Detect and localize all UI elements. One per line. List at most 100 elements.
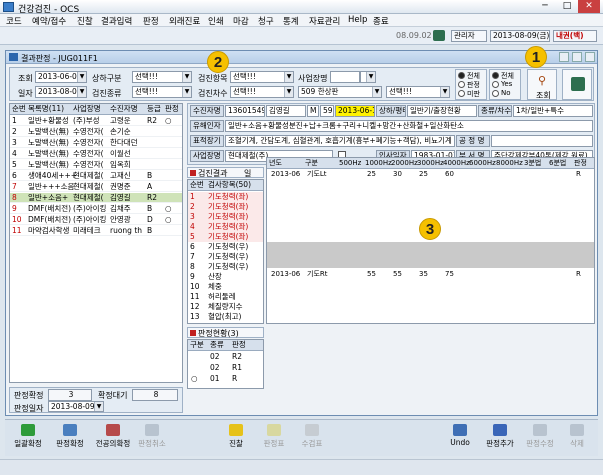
list-item[interactable]: 1 기도청력(좌) — [188, 192, 263, 202]
trash-icon — [570, 424, 584, 436]
menu-outpatient[interactable]: 외래진료 — [169, 15, 200, 27]
check-count-label: 검진차수 — [198, 89, 228, 98]
chevron-down-icon: ▼ — [366, 72, 375, 82]
menu-billing[interactable]: 청구 — [258, 15, 274, 27]
table-row[interactable]: 4 노말백산(無) 수영전자(이월선 — [10, 149, 182, 159]
maximize-button[interactable]: □ — [556, 0, 578, 13]
menu-code[interactable]: 코드 — [6, 15, 22, 27]
chevron-down-icon: ▼ — [284, 87, 293, 97]
close-button[interactable]: ✕ — [578, 0, 600, 13]
table-cell: B — [147, 226, 153, 235]
radio-yes[interactable] — [492, 81, 499, 88]
menu-judge[interactable]: 판정 — [143, 15, 159, 27]
list-item[interactable]: 9 산장 — [188, 272, 263, 282]
extra-select[interactable]: 선택!!! ▼ — [386, 86, 450, 98]
judge-confirm-button[interactable]: 판정확정 — [51, 422, 89, 454]
undo-button[interactable]: Undo — [441, 422, 479, 454]
sub-close-button[interactable] — [585, 52, 595, 62]
logout-icon[interactable] — [433, 30, 445, 41]
table-row[interactable]: 1 일반+황물성 (주)부성 고령운 R2 ○ — [10, 116, 182, 126]
check-item-select[interactable]: 선택!!! ▼ — [230, 71, 294, 83]
add-icon — [493, 424, 507, 436]
check-type-select[interactable]: 선택!!! ▼ — [132, 86, 192, 98]
callout-badge: 3 — [419, 218, 441, 240]
list-item[interactable]: 3 기도청력(좌) — [188, 212, 263, 222]
radio-all-yn[interactable] — [492, 72, 499, 79]
hearing-col-header: 6분법 — [549, 159, 567, 167]
search-button-label: 조회 — [536, 91, 551, 100]
menu-close[interactable]: 마감 — [233, 15, 249, 27]
table-row[interactable]: 02 R1 — [188, 363, 263, 373]
query-date-input[interactable]: 2013-06-09 ▼ — [35, 71, 87, 83]
table-row[interactable]: 9 DMF(배치전) (주)아이킹 김채주 B ○ — [10, 204, 182, 214]
list-item[interactable]: 12 체질량지수 — [188, 302, 263, 312]
confirm-cancel-button[interactable]: 판정취소 — [133, 422, 171, 454]
list-item[interactable]: 7 기도청력(우) — [188, 252, 263, 262]
judge-sheet-button[interactable]: 판정표 — [255, 422, 293, 454]
list-item-cell: 6 — [190, 242, 195, 251]
menu-result-input[interactable]: 결과입력 — [101, 15, 132, 27]
all-check-label: 일괄확정 — [14, 439, 42, 448]
all-check-button[interactable]: 일괄확정 — [9, 422, 47, 454]
table-row[interactable]: 02 R2 — [188, 352, 263, 362]
menu-exam[interactable]: 진찰 — [77, 15, 93, 27]
minimize-button[interactable]: ─ — [534, 0, 556, 13]
hearing-row-1[interactable]: 2013-06 기도Lt 25 30 25 60 R — [267, 169, 594, 179]
table-row[interactable]: 8 일반+소음+ 현대제철(김영길 R2 — [10, 193, 182, 203]
tab-judge-status[interactable]: 판정현황(3) — [198, 328, 239, 339]
pdate-input[interactable]: 2013-08-09 ▼ — [48, 401, 104, 412]
radio-no[interactable] — [492, 90, 499, 97]
hearing-row-2[interactable]: 2013-06 기도Rt 55 55 35 75 R — [267, 269, 594, 279]
col-test-seq: 순번 — [190, 180, 204, 189]
radio-unjudged[interactable] — [458, 90, 465, 97]
table-row[interactable]: 7 일반+++소음 현대제철(권명준 A — [10, 182, 182, 192]
tab-other[interactable]: 일 — [244, 168, 251, 179]
list-item[interactable]: 5 기도청력(좌) — [188, 232, 263, 242]
doctor-select[interactable]: 509 한상판 ▼ — [298, 86, 382, 98]
list-item[interactable]: 2 기도청력(좌) — [188, 202, 263, 212]
yesno-filter-group: 전체 Yes No — [489, 69, 521, 100]
check-count-select[interactable]: 선택!!! ▼ — [230, 86, 294, 98]
list-item[interactable]: 4 기도청력(좌) — [188, 222, 263, 232]
print-button[interactable]: 수검표 — [293, 422, 331, 454]
menu-stats[interactable]: 통계 — [283, 15, 299, 27]
sub-maximize-button[interactable] — [572, 52, 582, 62]
exit-button[interactable] — [562, 69, 592, 100]
table-row[interactable]: ○ 01 R — [188, 374, 263, 384]
type-label: 종류/차수 — [478, 105, 512, 117]
table-row[interactable]: 5 노말백산(無) 수영전자(임옥희 — [10, 160, 182, 170]
radio-all-judge[interactable] — [458, 72, 465, 79]
updown-select[interactable]: 선택!!! ▼ — [132, 71, 192, 83]
list-item[interactable]: 10 체중 — [188, 282, 263, 292]
hearing-separator — [267, 242, 594, 268]
tab-exam-result[interactable]: 검진결과 — [198, 168, 227, 179]
hearing-cell: 30 — [393, 170, 402, 178]
table-cell: 고령운 — [110, 116, 131, 125]
date-input[interactable]: 2013-08-09 ▼ — [35, 86, 87, 98]
company-select[interactable] — [330, 71, 360, 83]
exam-button[interactable]: 진찰 — [217, 422, 255, 454]
list-item[interactable]: 6 기도청력(우) — [188, 242, 263, 252]
company-dropdown[interactable]: ▼ — [360, 71, 376, 83]
menu-data[interactable]: 자료관리 — [309, 15, 340, 27]
menu-exit[interactable]: 종료 — [373, 15, 389, 27]
expert-confirm-button[interactable]: 전공의확정 — [91, 422, 135, 454]
radio-judged[interactable] — [458, 81, 465, 88]
confirm-icon — [63, 424, 77, 436]
table-row[interactable]: 11 마약검사학생 미래테크 ruong th B — [10, 226, 182, 236]
menu-help[interactable]: Help — [348, 15, 367, 25]
search-button[interactable]: ⚲ 조회 — [527, 69, 557, 100]
table-row[interactable]: 10 DMF(배치전) (주)아이킹 안영광 D ○ — [10, 215, 182, 225]
menu-reception[interactable]: 예약/접수 — [32, 15, 66, 27]
sub-minimize-button[interactable] — [559, 52, 569, 62]
delete-button[interactable]: 삭제 — [558, 422, 596, 454]
table-row[interactable]: 6 생애40세+++ 현대제철(고재신 B — [10, 171, 182, 181]
add-judge-button[interactable]: 판정추가 — [481, 422, 519, 454]
table-row[interactable]: 3 노말백산(無) 수영전자(한다대던 — [10, 138, 182, 148]
table-row[interactable]: 2 노말백산(無) 수영전자(손기순 — [10, 127, 182, 137]
menu-print[interactable]: 인쇄 — [208, 15, 224, 27]
list-item[interactable]: 11 허리둘레 — [188, 292, 263, 302]
list-item[interactable]: 13 혈압(최고) — [188, 312, 263, 322]
save-judge-button[interactable]: 판정수정 — [521, 422, 559, 454]
list-item[interactable]: 8 기도청력(우) — [188, 262, 263, 272]
